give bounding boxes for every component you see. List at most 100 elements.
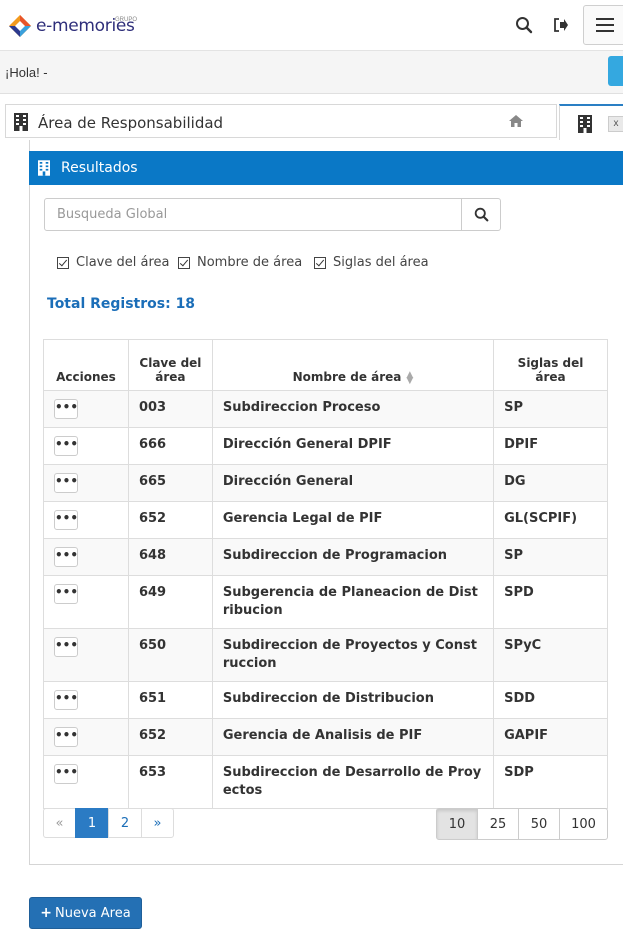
results-table: Acciones Clave del área Nombre de área ▲ ▼… xyxy=(43,339,608,809)
sort-icon[interactable]: ▲ ▼ xyxy=(406,370,413,385)
actions-cell: ••• xyxy=(43,755,129,809)
panel-title: Resultados xyxy=(61,160,138,176)
clave-cell: 003 xyxy=(127,390,213,428)
search-icon[interactable] xyxy=(513,14,535,36)
nombre-cell: Subdireccion de Proyectos y Construccion xyxy=(211,628,495,682)
row-actions-button[interactable]: ••• xyxy=(54,764,78,784)
actions-cell: ••• xyxy=(43,681,129,719)
checkbox-checked-icon xyxy=(57,256,69,269)
pagination-page-1[interactable]: 1 xyxy=(75,808,109,838)
filter-nombre-checkbox[interactable]: Nombre de área xyxy=(178,255,302,270)
side-badge[interactable] xyxy=(608,56,623,86)
home-icon[interactable] xyxy=(509,115,523,127)
tab-close-button[interactable]: x xyxy=(608,116,623,132)
page-size-50-button[interactable]: 50 xyxy=(518,808,560,840)
tab-bar: Área de Responsabilidad x xyxy=(5,104,623,140)
siglas-cell: SP xyxy=(493,538,608,576)
pagination-next-button[interactable]: » xyxy=(141,808,174,838)
siglas-cell: GAPIF xyxy=(493,718,608,756)
table-row: ••• 648 Subdireccion de Programacion SP xyxy=(43,538,608,576)
siglas-cell: SP xyxy=(493,390,608,428)
nombre-cell: Dirección General xyxy=(211,464,495,502)
top-navbar: e-memories GRUPO xyxy=(0,0,623,51)
building-icon xyxy=(578,115,592,133)
search-button[interactable] xyxy=(461,198,501,231)
actions-cell: ••• xyxy=(43,628,129,682)
page-size-10-button[interactable]: 10 xyxy=(436,808,478,840)
nombre-cell: Gerencia Legal de PIF xyxy=(211,501,495,539)
row-actions-button[interactable]: ••• xyxy=(54,584,78,604)
actions-cell: ••• xyxy=(43,718,129,756)
nombre-cell: Subgerencia de Planeacion de Distribucio… xyxy=(211,575,495,629)
siglas-cell: GL(SCPIF) xyxy=(493,501,608,539)
hamburger-icon-bar xyxy=(596,24,614,26)
siglas-cell: SDP xyxy=(493,755,608,809)
clave-cell: 666 xyxy=(127,427,213,465)
nombre-cell: Subdireccion de Desarrollo de Proyectos xyxy=(211,755,495,809)
logo-subtext: GRUPO xyxy=(115,17,138,23)
hamburger-icon-bar xyxy=(596,18,614,20)
clave-cell: 665 xyxy=(127,464,213,502)
actions-cell: ••• xyxy=(43,390,129,428)
actions-cell: ••• xyxy=(43,501,129,539)
pagination: « 1 2 » xyxy=(43,808,174,838)
table-row: ••• 666 Dirección General DPIF DPIF xyxy=(43,427,608,465)
hamburger-menu-button[interactable] xyxy=(583,5,623,45)
column-header-actions: Acciones xyxy=(43,339,129,391)
table-row: ••• 649 Subgerencia de Planeacion de Dis… xyxy=(43,575,608,629)
actions-cell: ••• xyxy=(43,427,129,465)
filter-label: Nombre de área xyxy=(197,255,303,270)
clave-cell: 652 xyxy=(127,718,213,756)
table-row: ••• 652 Gerencia Legal de PIF GL(SCPIF) xyxy=(43,501,608,539)
column-header-clave[interactable]: Clave del área xyxy=(127,339,213,391)
building-icon xyxy=(14,113,28,131)
greeting-bar: ¡Hola! - xyxy=(0,51,623,94)
clave-cell: 649 xyxy=(127,575,213,629)
nombre-cell: Subdireccion de Distribucion xyxy=(211,681,495,719)
new-area-button[interactable]: + Nueva Area xyxy=(29,897,142,929)
column-header-siglas[interactable]: Siglas del área xyxy=(493,339,608,391)
column-header-nombre[interactable]: Nombre de área ▲ ▼ xyxy=(211,339,495,391)
building-icon xyxy=(38,160,50,176)
pagination-page-2[interactable]: 2 xyxy=(108,808,142,838)
row-actions-button[interactable]: ••• xyxy=(54,727,78,747)
actions-cell: ••• xyxy=(43,538,129,576)
row-actions-button[interactable]: ••• xyxy=(54,547,78,567)
table-row: ••• 665 Dirección General DG xyxy=(43,464,608,502)
tab-area-responsabilidad[interactable]: Área de Responsabilidad xyxy=(5,104,557,138)
tab-title: Área de Responsabilidad xyxy=(38,114,224,132)
sign-out-icon[interactable] xyxy=(550,14,572,36)
logo-diamond-icon xyxy=(9,15,31,37)
row-actions-button[interactable]: ••• xyxy=(54,436,78,456)
table-row: ••• 650 Subdireccion de Proyectos y Cons… xyxy=(43,628,608,682)
actions-cell: ••• xyxy=(43,464,129,502)
clave-cell: 651 xyxy=(127,681,213,719)
actions-cell: ••• xyxy=(43,575,129,629)
results-panel-header: Resultados xyxy=(29,151,623,185)
row-actions-button[interactable]: ••• xyxy=(54,473,78,493)
nombre-cell: Subdireccion Proceso xyxy=(211,390,495,428)
new-area-label: Nueva Area xyxy=(55,905,131,921)
row-actions-button[interactable]: ••• xyxy=(54,637,78,657)
filter-clave-checkbox[interactable]: Clave del área xyxy=(57,255,169,270)
global-search-input[interactable] xyxy=(44,198,462,231)
nombre-cell: Subdireccion de Programacion xyxy=(211,538,495,576)
table-row: ••• 652 Gerencia de Analisis de PIF GAPI… xyxy=(43,718,608,756)
pagination-prev-button[interactable]: « xyxy=(43,808,76,838)
row-actions-button[interactable]: ••• xyxy=(54,690,78,710)
filter-label: Clave del área xyxy=(76,255,170,270)
tab-active-building[interactable]: x xyxy=(559,104,623,140)
page-size-100-button[interactable]: 100 xyxy=(559,808,608,840)
column-header-label: Clave del área xyxy=(139,356,202,384)
page-size-25-button[interactable]: 25 xyxy=(477,808,519,840)
siglas-cell: SPyC xyxy=(493,628,608,682)
table-header-row: Acciones Clave del área Nombre de área ▲ ▼… xyxy=(43,339,608,391)
filter-label: Siglas del área xyxy=(333,255,429,270)
row-actions-button[interactable]: ••• xyxy=(54,399,78,419)
clave-cell: 653 xyxy=(127,755,213,809)
row-actions-button[interactable]: ••• xyxy=(54,510,78,530)
clave-cell: 648 xyxy=(127,538,213,576)
filter-siglas-checkbox[interactable]: Siglas del área xyxy=(314,255,429,270)
nombre-cell: Dirección General DPIF xyxy=(211,427,495,465)
siglas-cell: SDD xyxy=(493,681,608,719)
